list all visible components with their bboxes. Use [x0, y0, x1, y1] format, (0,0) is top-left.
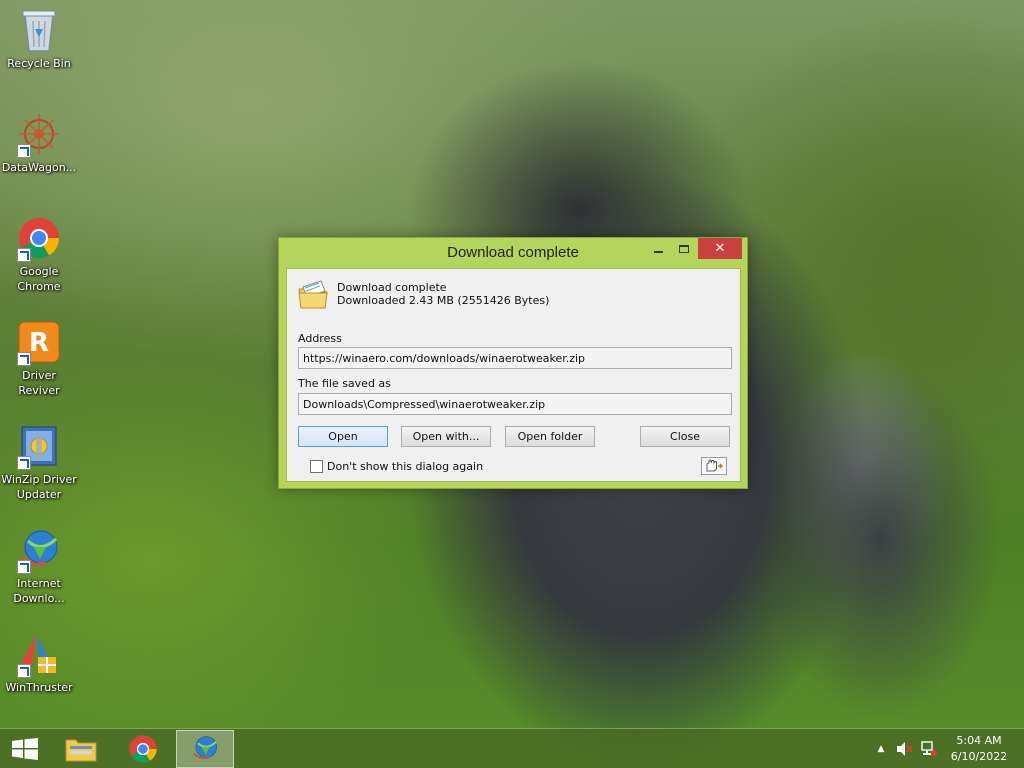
close-window-button[interactable]: ✕ [698, 238, 742, 259]
open-button[interactable]: Open [298, 426, 388, 447]
desktop-icon-winzip-driver-updater[interactable]: WinZip Driver Updater [0, 422, 78, 502]
taskbar-internet-download-manager[interactable] [176, 730, 234, 768]
folder-download-icon [297, 279, 329, 311]
minimize-button[interactable] [645, 238, 671, 259]
open-with-button[interactable]: Open with... [401, 426, 491, 447]
network-icon [921, 741, 937, 756]
desktop-icon-driver-reviver[interactable]: R Driver Reviver [0, 318, 78, 398]
clock-time: 5:04 AM [956, 734, 1002, 747]
maximize-icon [679, 244, 689, 253]
desktop-icon-label: Recycle Bin [7, 57, 71, 70]
clock-date: 6/10/2022 [950, 750, 1008, 763]
chrome-icon [129, 735, 157, 763]
address-field[interactable]: https://winaero.com/downloads/winaerotwe… [298, 347, 732, 369]
shortcut-arrow-icon [17, 144, 31, 158]
chevron-up-icon: ▲ [877, 744, 885, 754]
shortcut-arrow-icon [17, 560, 31, 574]
shortcut-arrow-icon [17, 248, 31, 262]
recycle-bin-icon [15, 6, 63, 54]
desktop-icon-label: Driver Reviver [18, 369, 60, 397]
datawagon-icon [15, 110, 63, 158]
svg-text:R: R [29, 328, 49, 358]
close-button[interactable]: Close [640, 426, 730, 447]
volume-muted-icon [897, 742, 913, 756]
start-button[interactable] [0, 729, 50, 768]
desktop-icon-label: WinThruster [5, 681, 73, 694]
windows-logo-icon [12, 738, 38, 760]
chrome-icon [15, 214, 63, 262]
shortcut-arrow-icon [17, 352, 31, 366]
taskbar: ▲ 5:04 AM 6/10/2022 [0, 728, 1024, 768]
desktop-icon-recycle-bin[interactable]: Recycle Bin [0, 6, 78, 71]
shortcut-arrow-icon [17, 456, 31, 470]
saved-as-field[interactable]: Downloads\Compressed\winaerotweaker.zip [298, 393, 732, 415]
saved-as-label: The file saved as [298, 377, 391, 390]
winthruster-icon [15, 630, 63, 678]
open-folder-button[interactable]: Open folder [505, 426, 595, 447]
dont-show-again-checkbox[interactable] [310, 460, 323, 473]
volume-button[interactable] [894, 729, 916, 768]
desktop-icon-winthruster[interactable]: WinThruster [0, 630, 78, 695]
minimize-icon [653, 250, 663, 253]
maximize-button[interactable] [671, 238, 697, 259]
internet-download-manager-icon [193, 736, 218, 760]
shortcut-arrow-icon [17, 664, 31, 678]
dialog-body: Download complete Downloaded 2.43 MB (25… [286, 268, 741, 482]
drag-hand-button[interactable] [701, 457, 727, 475]
dont-show-again-label: Don't show this dialog again [327, 460, 484, 473]
dialog-titlebar[interactable]: Download complete ✕ [279, 238, 747, 268]
taskbar-chrome[interactable] [114, 730, 172, 768]
desktop-icon-label: Google Chrome [17, 265, 61, 293]
dont-show-again-option[interactable]: Don't show this dialog again [310, 460, 483, 473]
desktop-icon-label: WinZip Driver Updater [1, 473, 77, 501]
address-label: Address [298, 332, 342, 345]
desktop-icon-google-chrome[interactable]: Google Chrome [0, 214, 78, 294]
network-button[interactable] [918, 729, 940, 768]
downloaded-size-text: Downloaded 2.43 MB (2551426 Bytes) [337, 294, 550, 307]
download-status-heading: Download complete [337, 281, 447, 294]
close-icon: ✕ [714, 241, 726, 256]
download-complete-dialog: Download complete ✕ Download complete Do… [278, 237, 748, 489]
hand-icon [706, 459, 723, 472]
desktop-icon-label: Internet Downlo... [13, 577, 65, 605]
internet-download-manager-icon [15, 526, 63, 574]
taskbar-file-explorer[interactable] [52, 730, 110, 768]
winzip-driver-updater-icon [15, 422, 63, 470]
taskbar-clock[interactable]: 5:04 AM 6/10/2022 [940, 733, 1018, 765]
desktop-icon-label: DataWagon... [1, 161, 77, 174]
folder-icon [65, 739, 97, 762]
desktop-icon-internet-download-manager[interactable]: Internet Downlo... [0, 526, 78, 606]
desktop-icon-datawagon[interactable]: DataWagon... [0, 110, 78, 175]
show-hidden-icons-button[interactable]: ▲ [872, 729, 890, 768]
driver-reviver-icon: R [15, 318, 63, 366]
